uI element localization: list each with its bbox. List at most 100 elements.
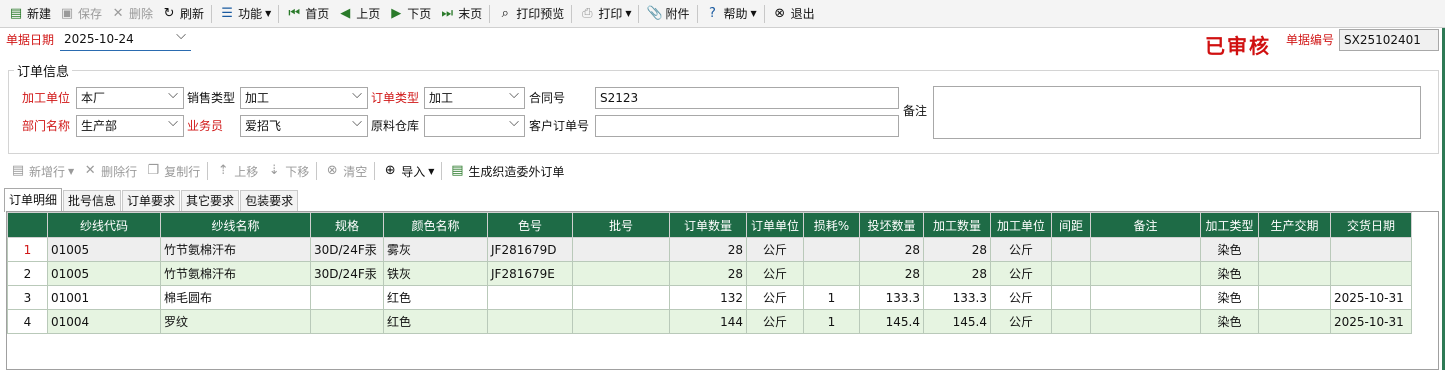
sales-type-select[interactable]: 加工: [240, 85, 368, 109]
column-header[interactable]: 生产交期: [1258, 212, 1331, 238]
processing-unit-select[interactable]: 本厂: [76, 85, 184, 109]
table-cell[interactable]: [572, 237, 670, 262]
table-row[interactable]: 4 01004 罗纹 红色 144 公斤 1 145.4 145.4 公斤 染色…: [7, 309, 1412, 334]
contract-no-input[interactable]: S2123: [595, 87, 899, 109]
table-cell[interactable]: 公斤: [990, 261, 1052, 286]
table-cell[interactable]: [1051, 285, 1091, 310]
exit-button[interactable]: ⊗ 退出: [768, 2, 819, 26]
copy-row-button[interactable]: ❐ 复制行: [141, 159, 204, 183]
table-cell[interactable]: [1330, 261, 1412, 286]
column-header[interactable]: 订单数量: [669, 212, 747, 238]
table-cell[interactable]: 罗纹: [160, 309, 311, 334]
table-cell[interactable]: 公斤: [990, 237, 1052, 262]
column-header[interactable]: 规格: [310, 212, 384, 238]
prev-page-button[interactable]: ◀ 上页: [333, 2, 384, 26]
table-cell[interactable]: [803, 237, 860, 262]
table-cell[interactable]: 公斤: [746, 237, 804, 262]
table-cell[interactable]: [1051, 261, 1091, 286]
salesman-select[interactable]: 爱招飞: [240, 113, 368, 137]
doc-date-field[interactable]: 2025-10-24: [60, 26, 191, 51]
column-header[interactable]: 订单单位: [746, 212, 804, 238]
table-cell[interactable]: 28: [923, 237, 991, 262]
table-cell[interactable]: 红色: [383, 309, 488, 334]
table-cell[interactable]: 133.3: [859, 285, 924, 310]
table-cell[interactable]: 铁灰: [383, 261, 488, 286]
customer-order-input[interactable]: [595, 115, 899, 137]
table-cell[interactable]: 公斤: [990, 285, 1052, 310]
table-cell[interactable]: 28: [859, 237, 924, 262]
order-type-select[interactable]: 加工: [424, 85, 525, 109]
delete-row-button[interactable]: ✕ 删除行: [78, 159, 141, 183]
table-row[interactable]: 3 01001 棉毛圆布 红色 132 公斤 1 133.3 133.3 公斤 …: [7, 285, 1412, 310]
generate-outsourcing-order-button[interactable]: ▤ 生成织造委外订单: [445, 159, 568, 183]
table-cell[interactable]: [310, 309, 384, 334]
print-button[interactable]: ⎙ 打印 ▼: [575, 2, 635, 26]
table-cell[interactable]: 染色: [1200, 237, 1259, 262]
table-cell[interactable]: 145.4: [923, 309, 991, 334]
print-preview-button[interactable]: ⌕ 打印预览: [493, 2, 568, 26]
table-cell[interactable]: 30D/24F汞: [310, 237, 384, 262]
table-cell[interactable]: 01005: [47, 237, 161, 262]
table-cell[interactable]: 公斤: [746, 285, 804, 310]
table-cell[interactable]: 01001: [47, 285, 161, 310]
table-cell[interactable]: [1258, 261, 1331, 286]
table-cell[interactable]: 染色: [1200, 285, 1259, 310]
attachment-button[interactable]: 📎 附件: [642, 2, 693, 26]
column-header[interactable]: 批号: [572, 212, 670, 238]
table-cell[interactable]: 133.3: [923, 285, 991, 310]
table-cell[interactable]: 竹节氨棉汗布: [160, 237, 311, 262]
table-cell[interactable]: 棉毛圆布: [160, 285, 311, 310]
delete-button[interactable]: ✕ 删除: [106, 2, 157, 26]
table-cell[interactable]: [310, 285, 384, 310]
table-cell[interactable]: [572, 285, 670, 310]
table-cell[interactable]: 公斤: [746, 261, 804, 286]
tab-order-requirements[interactable]: 订单要求: [122, 190, 181, 212]
table-cell[interactable]: [1090, 261, 1201, 286]
column-header[interactable]: 加工单位: [990, 212, 1052, 238]
table-cell[interactable]: [1090, 285, 1201, 310]
table-cell[interactable]: [1258, 285, 1331, 310]
table-cell[interactable]: 染色: [1200, 261, 1259, 286]
help-button[interactable]: ? 帮助 ▼: [701, 2, 761, 26]
first-page-button[interactable]: ⏮ 首页: [282, 2, 333, 26]
table-cell[interactable]: 红色: [383, 285, 488, 310]
table-cell[interactable]: 30D/24F汞: [310, 261, 384, 286]
import-button[interactable]: ⊕ 导入 ▼: [378, 159, 438, 183]
column-header[interactable]: 投坯数量: [859, 212, 924, 238]
table-cell[interactable]: [803, 261, 860, 286]
table-cell[interactable]: [572, 309, 670, 334]
column-header[interactable]: 备注: [1090, 212, 1201, 238]
table-cell[interactable]: 1: [803, 309, 860, 334]
tab-other-requirements[interactable]: 其它要求: [181, 190, 240, 212]
table-cell[interactable]: JF281679D: [487, 237, 573, 262]
warehouse-select[interactable]: [424, 113, 525, 137]
move-down-button[interactable]: ⇣ 下移: [262, 159, 313, 183]
refresh-button[interactable]: ↻ 刷新: [157, 2, 208, 26]
table-cell[interactable]: 28: [859, 261, 924, 286]
table-cell[interactable]: [1258, 237, 1331, 262]
column-header[interactable]: 交货日期: [1330, 212, 1412, 238]
remark-textarea[interactable]: [933, 86, 1421, 139]
tab-packaging-requirements[interactable]: 包装要求: [240, 190, 299, 212]
tab-order-detail[interactable]: 订单明细: [4, 188, 63, 212]
table-cell[interactable]: 染色: [1200, 309, 1259, 334]
add-row-button[interactable]: ▤ 新增行 ▼: [6, 159, 78, 183]
tab-batch-info[interactable]: 批号信息: [63, 190, 122, 212]
table-cell[interactable]: [487, 309, 573, 334]
function-menu-button[interactable]: ☰ 功能 ▼: [215, 2, 275, 26]
column-header[interactable]: 损耗%: [803, 212, 860, 238]
table-cell[interactable]: 28: [669, 261, 747, 286]
table-cell[interactable]: 公斤: [746, 309, 804, 334]
dept-select[interactable]: 生产部: [76, 113, 184, 137]
table-cell[interactable]: 2025-10-31: [1330, 285, 1412, 310]
column-header[interactable]: 纱线名称: [160, 212, 311, 238]
table-cell[interactable]: 公斤: [990, 309, 1052, 334]
table-cell[interactable]: [1051, 309, 1091, 334]
table-row[interactable]: 2 01005 竹节氨棉汗布 30D/24F汞 铁灰 JF281679E 28 …: [7, 261, 1412, 286]
table-cell[interactable]: [572, 261, 670, 286]
table-cell[interactable]: [1090, 237, 1201, 262]
next-page-button[interactable]: ▶ 下页: [384, 2, 435, 26]
column-header[interactable]: 加工数量: [923, 212, 991, 238]
table-row[interactable]: 1 01005 竹节氨棉汗布 30D/24F汞 雾灰 JF281679D 28 …: [7, 237, 1412, 262]
table-cell[interactable]: [1051, 237, 1091, 262]
